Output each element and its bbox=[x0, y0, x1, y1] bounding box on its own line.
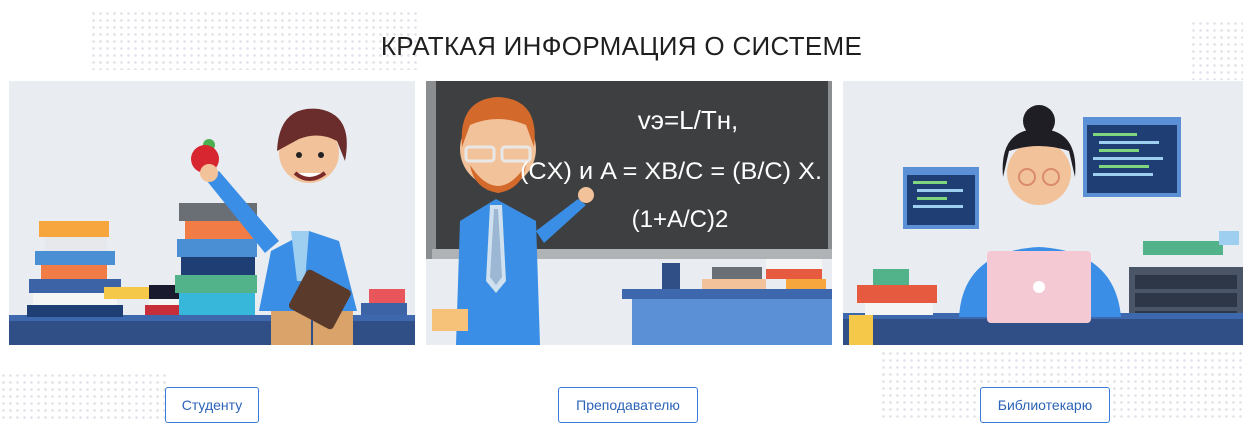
page-title: КРАТКАЯ ИНФОРМАЦИЯ О СИСТЕМЕ bbox=[380, 31, 863, 62]
librarian-panel bbox=[843, 81, 1243, 345]
librarian-button[interactable]: Библиотекарю bbox=[980, 387, 1110, 423]
dot-pattern-bottom-left bbox=[0, 372, 170, 422]
librarian-illustration bbox=[843, 81, 1243, 345]
student-button[interactable]: Студенту bbox=[165, 387, 259, 423]
teacher-panel: vэ=L/Tн, (CX) и A = XB/C = (B/C) X. (1+A… bbox=[426, 81, 832, 345]
board-line-1: vэ=L/Tн, bbox=[638, 105, 739, 135]
board-line-2: (CX) и A = XB/C = (B/C) X. bbox=[520, 158, 822, 185]
student-panel bbox=[9, 81, 415, 345]
teacher-button[interactable]: Преподавателю bbox=[558, 387, 698, 423]
board-line-3: (1+A/C)2 bbox=[632, 206, 729, 233]
student-illustration bbox=[9, 81, 415, 345]
teacher-illustration: vэ=L/Tн, (CX) и A = XB/C = (B/C) X. (1+A… bbox=[426, 81, 832, 345]
